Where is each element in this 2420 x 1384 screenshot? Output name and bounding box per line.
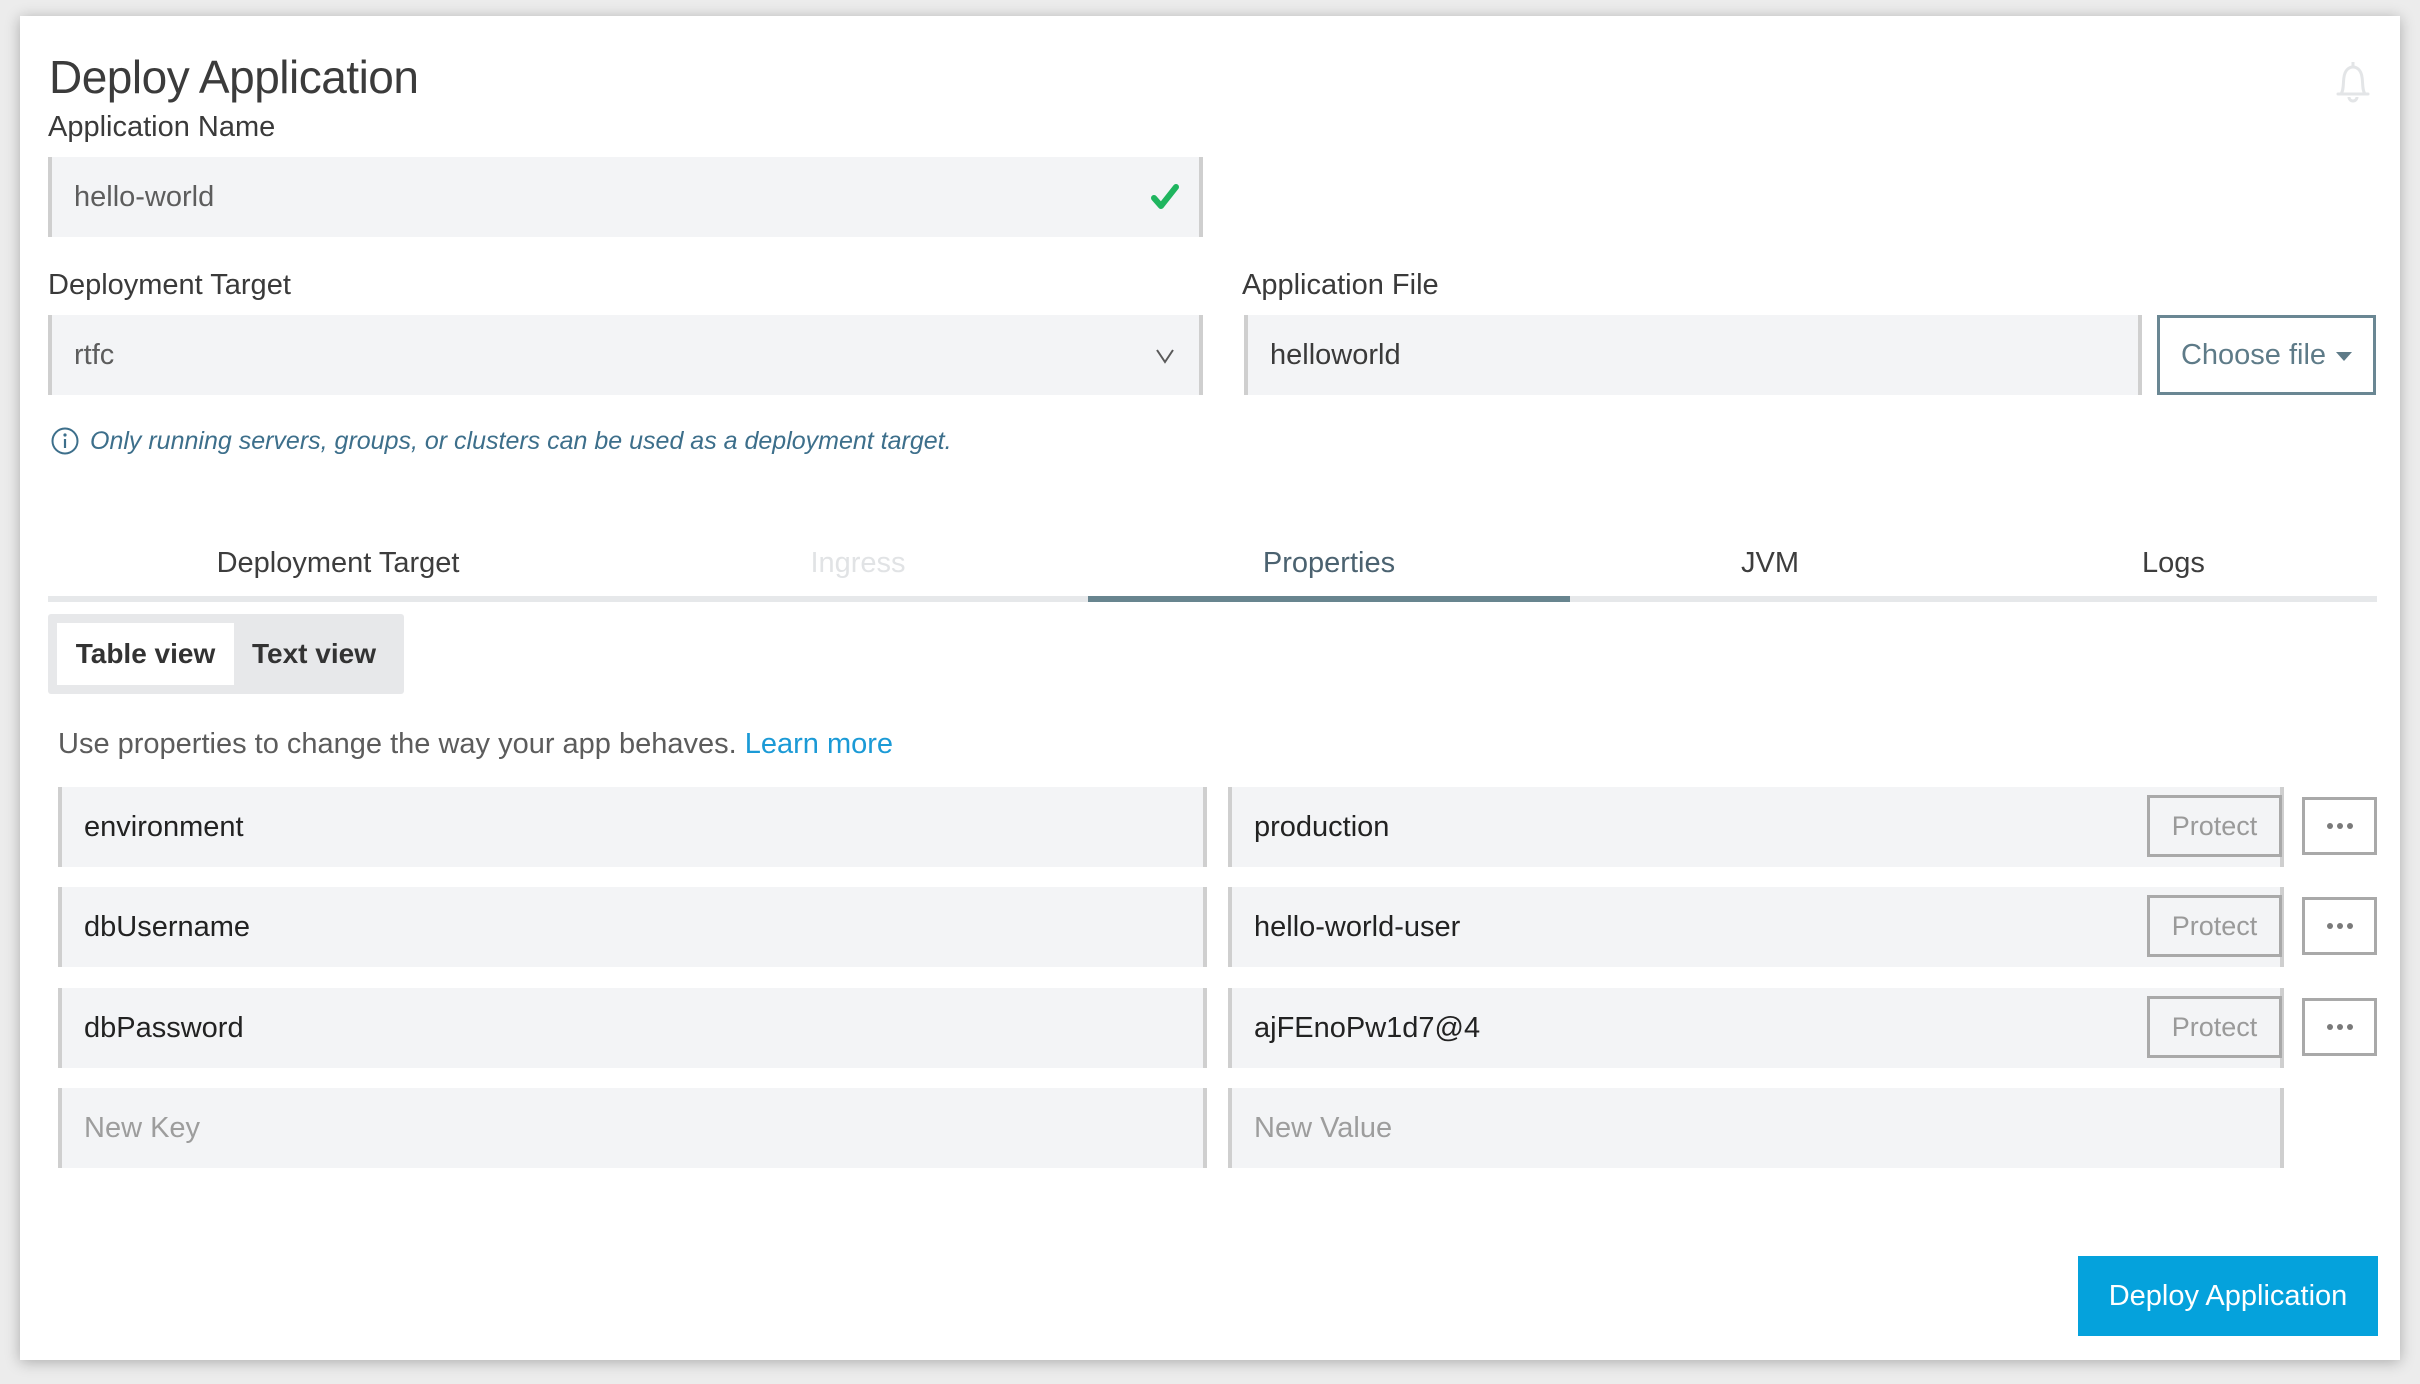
property-value: hello-world-user	[1254, 910, 1461, 943]
property-key: environment	[84, 810, 244, 843]
more-horizontal-icon	[2326, 923, 2333, 929]
bell-icon[interactable]	[2333, 60, 2373, 106]
property-key-input[interactable]: environment	[58, 787, 1207, 867]
tab-deployment-target[interactable]: Deployment Target	[48, 530, 628, 596]
property-key-input[interactable]: dbPassword	[58, 988, 1207, 1068]
more-horizontal-icon	[2326, 823, 2333, 829]
property-key: dbPassword	[84, 1011, 244, 1044]
property-value-input[interactable]: hello-world-user Protect	[1228, 887, 2284, 967]
tab-ingress: Ingress	[810, 546, 906, 579]
choose-file-button[interactable]: Choose file	[2157, 315, 2376, 395]
property-key: dbUsername	[84, 910, 251, 943]
deployment-target-label: Deployment Target	[48, 269, 291, 301]
property-key-input[interactable]: dbUsername	[58, 887, 1207, 967]
tab-jvm[interactable]: JVM	[1570, 530, 1970, 596]
text-view-button[interactable]: Text view	[234, 623, 394, 685]
dot	[2346, 1024, 2353, 1030]
learn-more-link[interactable]: Learn more	[745, 728, 893, 760]
choose-file-label: Choose file	[2180, 338, 2327, 371]
property-value: ajFEnoPw1d7@4	[1254, 1011, 1481, 1044]
table-view-button[interactable]: Table view	[57, 623, 234, 685]
property-value: production	[1254, 810, 1390, 843]
active-tab-indicator	[1088, 596, 1570, 602]
new-value-placeholder: New Value	[1254, 1111, 1393, 1144]
deploy-application-button[interactable]: Deploy Application	[2078, 1256, 2378, 1336]
properties-description: Use properties to change the way your ap…	[58, 728, 893, 761]
more-options-button[interactable]	[2302, 897, 2377, 955]
view-toggle: Table view Text view	[48, 614, 404, 694]
tab-bar: Deployment Target Ingress Properties JVM…	[48, 530, 2377, 602]
tab-properties[interactable]: Properties	[1088, 530, 1570, 596]
description-text: Use properties to change the way your ap…	[58, 728, 737, 760]
property-value-input[interactable]: production Protect	[1228, 787, 2284, 867]
new-key-input[interactable]: New Key	[58, 1088, 1207, 1168]
application-name-input[interactable]: hello-world	[48, 157, 1203, 237]
info-icon	[51, 427, 79, 455]
deployment-target-hint: Only running servers, groups, or cluster…	[50, 426, 952, 456]
application-file-value: helloworld	[1270, 338, 1401, 371]
deployment-target-value: rtfc	[74, 338, 115, 371]
protect-button[interactable]: Protect	[2147, 795, 2282, 857]
application-file-label: Application File	[1242, 269, 1439, 301]
protect-button[interactable]: Protect	[2147, 895, 2282, 957]
chevron-down-icon	[1156, 349, 1174, 364]
application-file-input[interactable]: helloworld	[1244, 315, 2142, 395]
new-key-placeholder: New Key	[84, 1111, 201, 1144]
more-options-button[interactable]	[2302, 797, 2377, 855]
deploy-application-dialog: Deploy Application Application Name hell…	[20, 16, 2400, 1360]
more-options-button[interactable]	[2302, 998, 2377, 1056]
dot	[2336, 823, 2343, 829]
check-icon	[1151, 184, 1179, 209]
dot	[2346, 923, 2353, 929]
protect-button[interactable]: Protect	[2147, 996, 2282, 1058]
dot	[2336, 923, 2343, 929]
more-horizontal-icon	[2326, 1024, 2333, 1030]
application-name-label: Application Name	[48, 111, 276, 143]
page-title: Deploy Application	[49, 51, 419, 103]
new-value-input[interactable]: New Value	[1228, 1088, 2284, 1168]
dot	[2336, 1024, 2343, 1030]
hint-text: Only running servers, groups, or cluster…	[90, 426, 952, 455]
tab-logs[interactable]: Logs	[1970, 530, 2377, 596]
caret-down-icon	[2336, 352, 2353, 361]
dot	[2346, 823, 2353, 829]
property-value-input[interactable]: ajFEnoPw1d7@4 Protect	[1228, 988, 2284, 1068]
application-name-value: hello-world	[74, 180, 215, 213]
deployment-target-select[interactable]: rtfc	[48, 315, 1203, 395]
